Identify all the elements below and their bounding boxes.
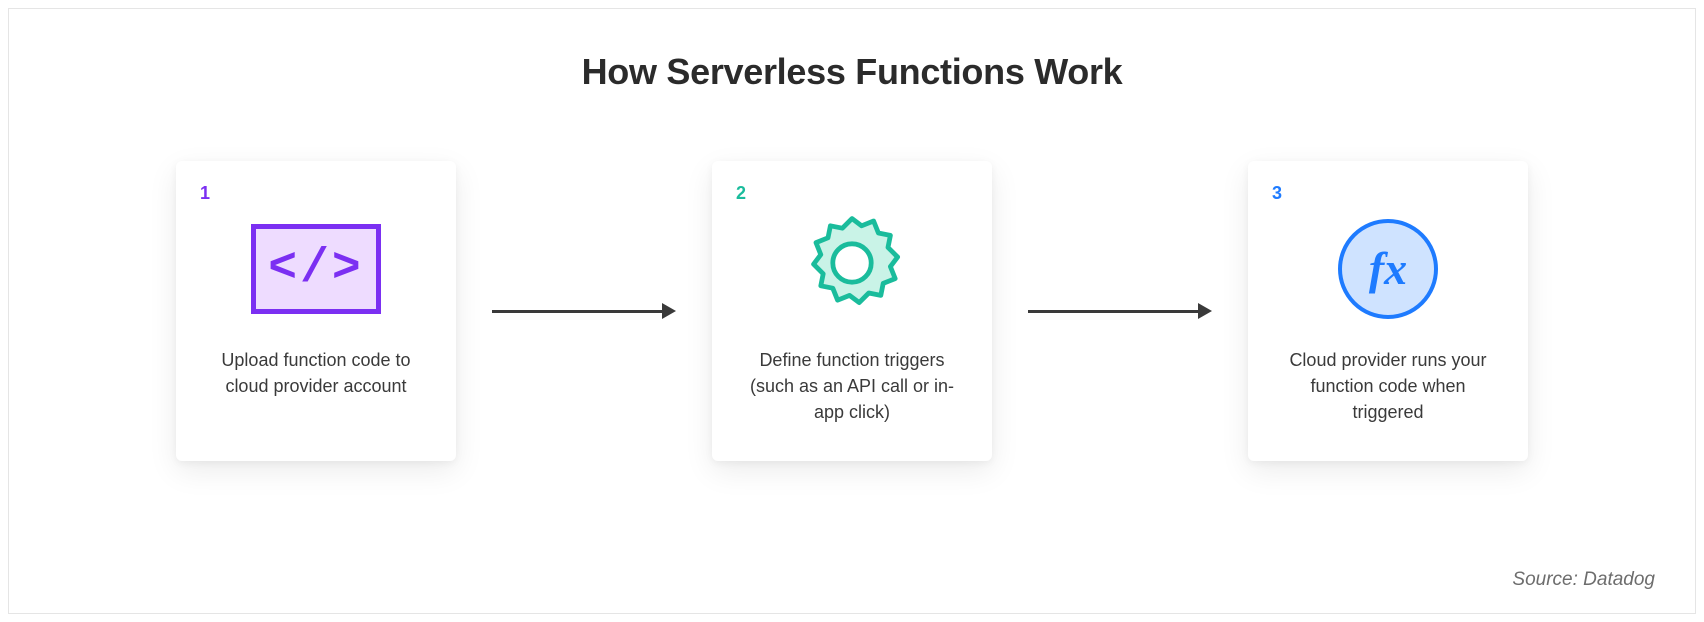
fx-icon: fx xyxy=(1333,214,1443,324)
step-number-2: 2 xyxy=(736,183,746,204)
arrow-icon xyxy=(1028,303,1212,319)
gear-icon xyxy=(792,209,912,329)
code-icon: </> xyxy=(251,224,381,314)
step-caption-2: Define function triggers (such as an API… xyxy=(742,347,962,425)
arrow-icon xyxy=(492,303,676,319)
step-card-2: 2 Define function triggers (such as an A… xyxy=(712,161,992,461)
step-number-3: 3 xyxy=(1272,183,1282,204)
step-card-1: 1 </> Upload function code to cloud prov… xyxy=(176,161,456,461)
diagram-frame: How Serverless Functions Work 1 </> Uplo… xyxy=(8,8,1696,614)
svg-text:fx: fx xyxy=(1369,243,1407,294)
steps-row: 1 </> Upload function code to cloud prov… xyxy=(176,161,1528,461)
step-icon-2 xyxy=(792,199,912,339)
step-icon-1: </> xyxy=(251,199,381,339)
diagram-title: How Serverless Functions Work xyxy=(582,51,1123,93)
step-card-3: 3 fx Cloud provider runs your function c… xyxy=(1248,161,1528,461)
step-number-1: 1 xyxy=(200,183,210,204)
step-caption-3: Cloud provider runs your function code w… xyxy=(1278,347,1498,425)
step-icon-3: fx xyxy=(1333,199,1443,339)
source-attribution: Source: Datadog xyxy=(1512,569,1655,591)
step-caption-1: Upload function code to cloud provider a… xyxy=(206,347,426,399)
